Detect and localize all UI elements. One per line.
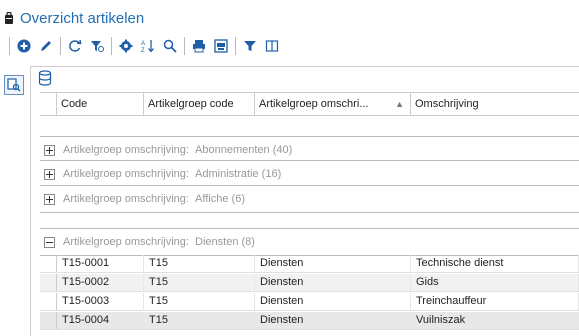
columns-button[interactable] — [261, 35, 283, 57]
table-cell[interactable]: T15-0001 — [57, 255, 144, 272]
table-cell[interactable]: T15-0004 — [57, 312, 144, 329]
table-cell[interactable]: Diensten — [255, 255, 411, 272]
settings-icon — [119, 39, 133, 53]
row-indicator[interactable] — [40, 255, 57, 272]
group-label: Artikelgroep omschrijving: Administratie… — [63, 168, 282, 180]
toolbar-separator — [235, 37, 236, 55]
toolbar-separator — [111, 37, 112, 55]
table-row[interactable]: T15-0001 T15 Diensten Technische dienst — [40, 255, 579, 273]
expand-icon[interactable] — [44, 144, 55, 156]
table-cell[interactable]: Diensten — [255, 274, 411, 291]
table-cell[interactable]: T15 — [144, 255, 255, 272]
table-cell[interactable]: Technische dienst — [411, 255, 579, 272]
clear-filter-button[interactable] — [86, 35, 108, 57]
toolbar-separator — [60, 37, 61, 55]
page-title: Overzicht artikelen — [20, 9, 145, 27]
group-label: Artikelgroep omschrijving: Diensten (8) — [63, 236, 255, 248]
expand-icon[interactable] — [44, 168, 55, 180]
table-row[interactable]: T15-0004 T15 Diensten Vuilniszak — [40, 312, 579, 330]
clear-filter-icon — [91, 41, 104, 52]
columns-icon — [265, 40, 279, 52]
toolbar-separator — [9, 37, 10, 55]
window-title: Overzicht artikelen — [4, 8, 144, 28]
sort-ascending-icon: ▲ — [395, 99, 404, 109]
row-indicator[interactable] — [40, 274, 57, 291]
table-cell[interactable]: Gids — [411, 274, 579, 291]
filter-icon — [244, 41, 256, 51]
row-indicator[interactable] — [40, 293, 57, 310]
print-preview-button[interactable] — [210, 35, 232, 57]
row-indicator[interactable] — [40, 312, 57, 329]
svg-text:A: A — [141, 41, 145, 47]
expand-icon[interactable] — [44, 193, 55, 205]
column-header-code[interactable]: Code — [57, 93, 144, 115]
sort-az-button[interactable]: AZ — [137, 35, 159, 57]
group-label: Artikelgroep omschrijving: Abonnementen … — [63, 144, 293, 156]
add-icon — [17, 39, 31, 53]
column-header-artikelgroep-code[interactable]: Artikelgroep code — [144, 93, 255, 115]
table-cell[interactable]: Vuilniszak — [411, 312, 579, 329]
table-cell[interactable]: Diensten — [255, 312, 411, 329]
print-icon — [193, 40, 205, 53]
search-icon — [163, 39, 177, 53]
find-record-icon[interactable] — [4, 75, 24, 95]
group-row[interactable]: Artikelgroep omschrijving: Administratie… — [40, 160, 579, 188]
table-cell[interactable]: Diensten — [255, 293, 411, 310]
collapse-icon[interactable] — [44, 236, 55, 248]
edit-icon — [41, 41, 51, 51]
table-row[interactable]: T15-0003 T15 Diensten Treinchauffeur — [40, 293, 579, 311]
table-cell[interactable]: T15 — [144, 293, 255, 310]
table-cell[interactable]: T15-0003 — [57, 293, 144, 310]
toolbar: AZ — [6, 34, 283, 58]
print-button[interactable] — [188, 35, 210, 57]
table-cell[interactable]: T15 — [144, 274, 255, 291]
sort-az-icon: AZ — [141, 40, 154, 53]
add-button[interactable] — [13, 35, 35, 57]
print-preview-icon — [214, 39, 228, 53]
group-row[interactable]: Artikelgroep omschrijving: Affiche (6) — [40, 185, 579, 213]
table-row[interactable]: T15-0002 T15 Diensten Gids — [40, 274, 579, 292]
database-icon[interactable] — [38, 70, 52, 86]
app-icon — [5, 12, 13, 24]
svg-text:Z: Z — [141, 48, 145, 53]
refresh-icon — [69, 39, 82, 52]
grid-header: Code Artikelgroep code Artikelgroep omsc… — [40, 92, 579, 116]
search-button[interactable] — [159, 35, 181, 57]
settings-button[interactable] — [115, 35, 137, 57]
table-cell[interactable]: T15 — [144, 312, 255, 329]
group-label: Artikelgroep omschrijving: Affiche (6) — [63, 193, 245, 205]
group-row[interactable]: Artikelgroep omschrijving: Diensten (8) — [40, 228, 579, 256]
table-cell[interactable]: Treinchauffeur — [411, 293, 579, 310]
table-cell[interactable]: T15-0002 — [57, 274, 144, 291]
column-header-artikelgroep-omschrijving[interactable]: Artikelgroep omschri... ▲ — [255, 93, 411, 115]
row-indicator-header — [40, 93, 57, 115]
toolbar-separator — [184, 37, 185, 55]
refresh-button[interactable] — [64, 35, 86, 57]
column-header-omschrijving[interactable]: Omschrijving — [411, 93, 579, 115]
edit-button[interactable] — [35, 35, 57, 57]
side-panel — [0, 66, 31, 336]
filter-button[interactable] — [239, 35, 261, 57]
column-header-label: Artikelgroep omschri... — [259, 98, 369, 110]
grid-top-border — [31, 66, 579, 67]
